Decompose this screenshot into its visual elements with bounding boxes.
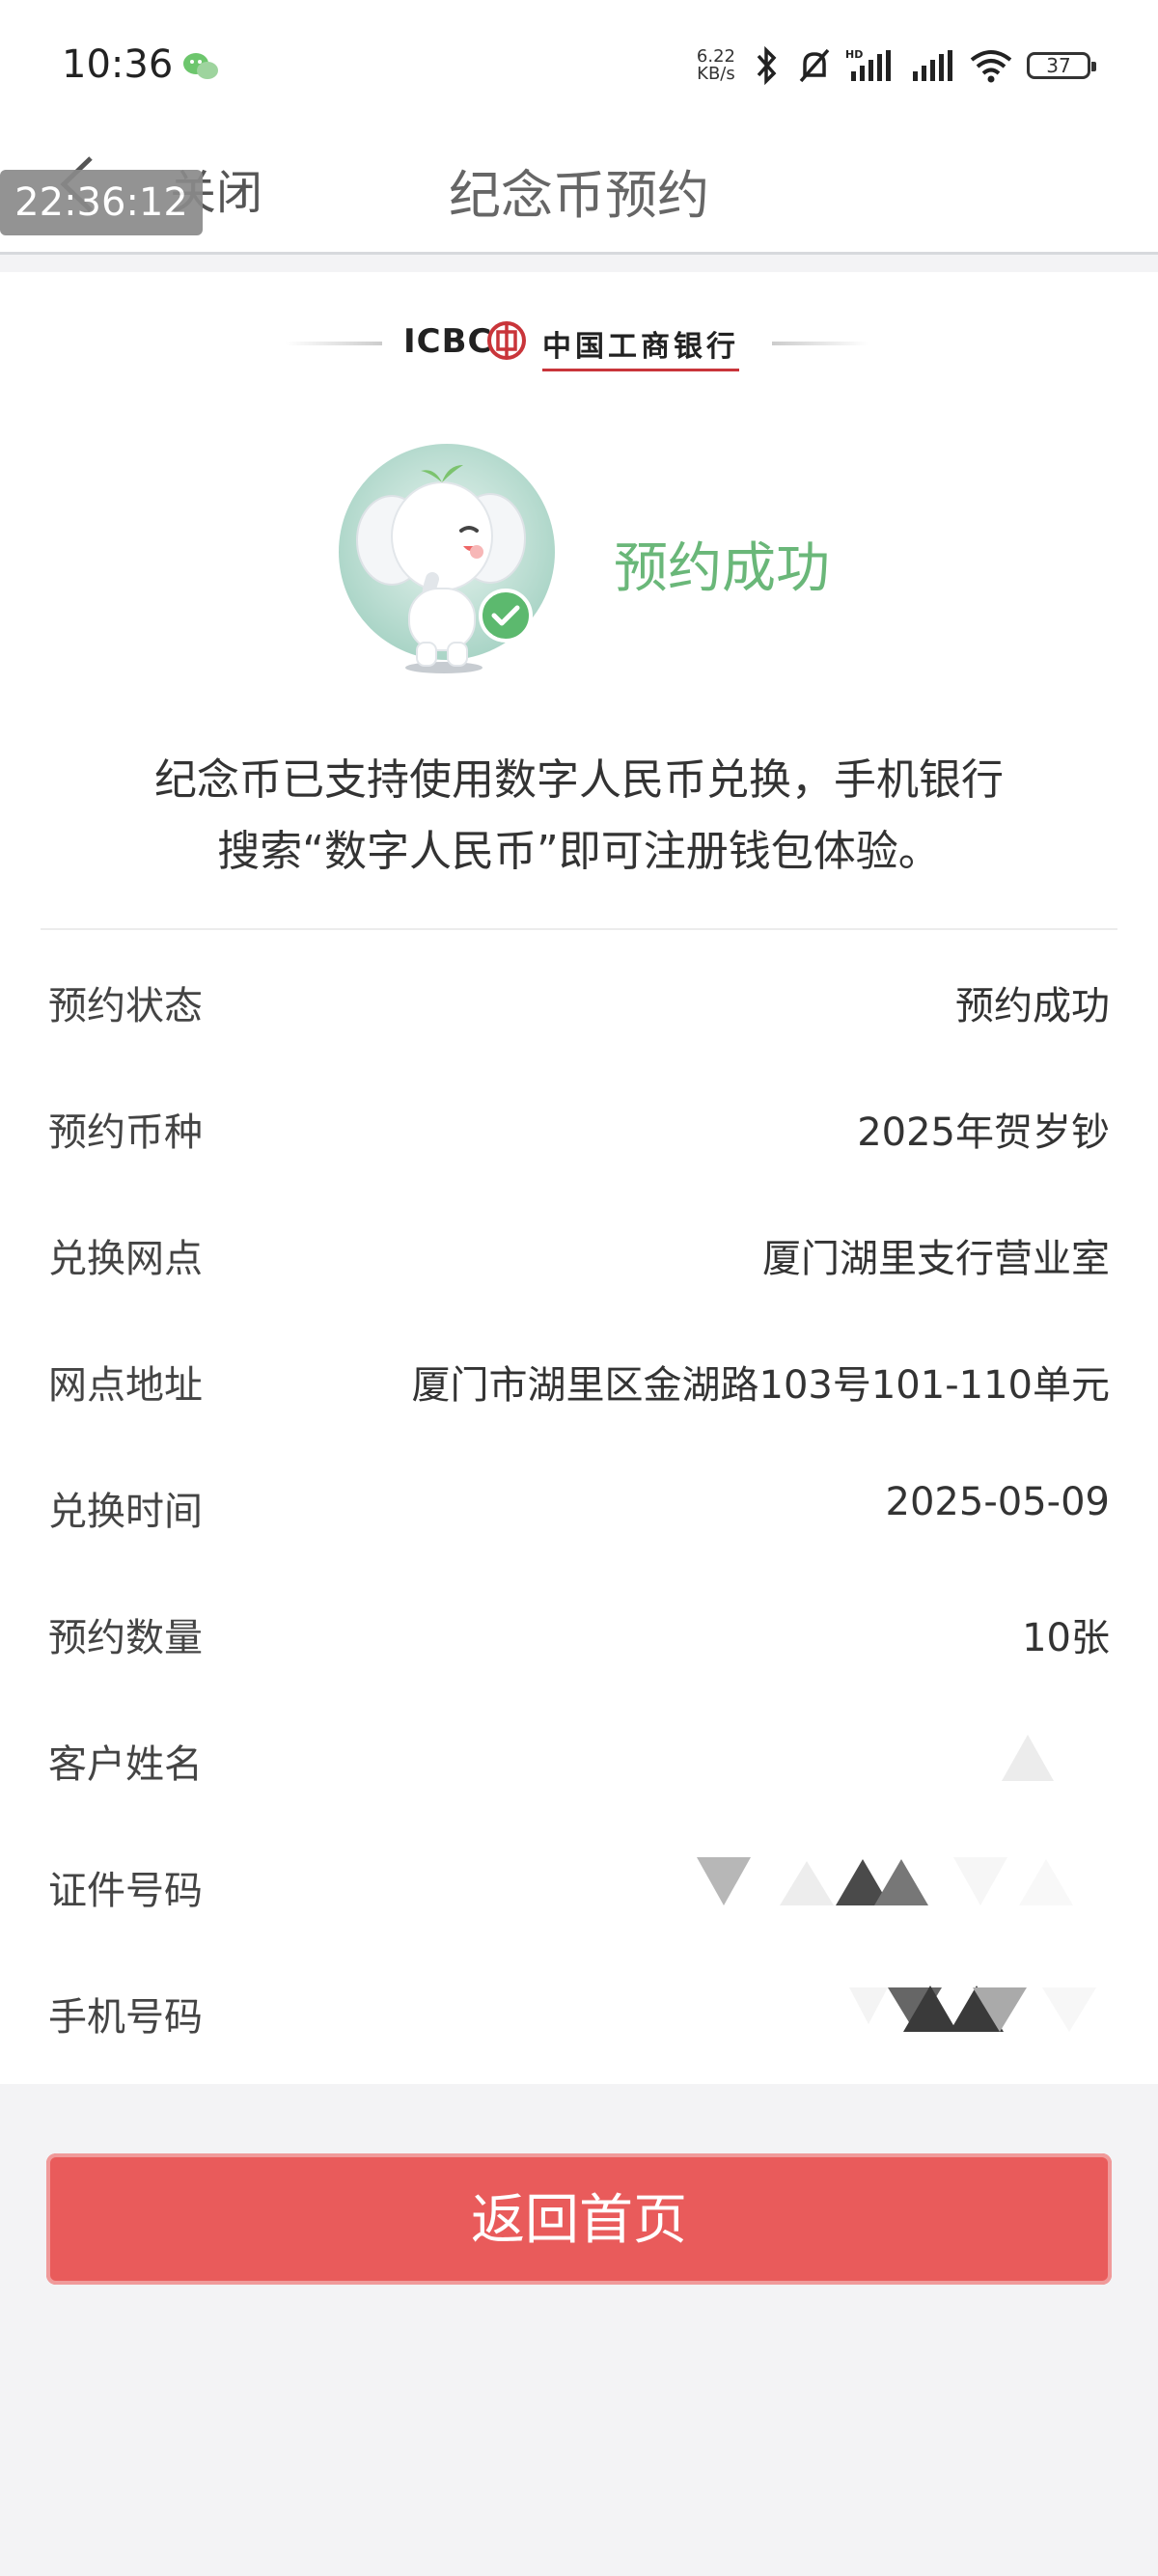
result-card: ICBC 中国工商银行 预约成功 纪念币已支持使用数字人民币兑换，手机银行 搜索… <box>0 272 1158 2084</box>
detail-label: 预约币种 <box>48 1110 203 1155</box>
network-speed: 6.22 KB/s <box>696 46 735 84</box>
detail-label: 兑换网点 <box>48 1237 203 1281</box>
wechat-notification-icon <box>183 53 218 79</box>
logo-text-en: ICBC <box>403 322 493 361</box>
reservation-details: 预约状态 预约成功 预约币种 2025年贺岁钞 兑换网点 厦门湖里支行营业室 网… <box>0 940 1158 2077</box>
detail-row-phone-number: 手机号码 <box>0 1951 1158 2077</box>
svg-text:HD: HD <box>845 48 863 61</box>
detail-row-branch: 兑换网点 厦门湖里支行营业室 <box>0 1192 1158 1319</box>
notice-line-1: 纪念币已支持使用数字人民币兑换，手机银行 <box>154 755 1004 805</box>
overlay-timestamp: 22:36:12 <box>0 170 203 235</box>
elephant-mascot-success-icon <box>339 444 555 673</box>
signal-hd-icon: HD <box>845 48 891 81</box>
detail-label: 客户姓名 <box>48 1742 203 1787</box>
bank-logo: ICBC 中国工商银行 <box>0 318 1158 371</box>
detail-label: 手机号码 <box>48 1995 203 2040</box>
detail-label: 预约数量 <box>48 1616 203 1660</box>
success-title: 预约成功 <box>614 537 830 600</box>
logo-text-cn: 中国工商银行 <box>542 322 739 371</box>
detail-row-id-number: 证件号码 <box>0 1824 1158 1951</box>
detail-row-customer-name: 客户姓名 <box>0 1698 1158 1824</box>
detail-value: 2025年贺岁钞 <box>857 1110 1110 1155</box>
detail-value: 10张 <box>1022 1616 1110 1660</box>
wifi-icon <box>970 50 1012 83</box>
detail-row-currency: 预约币种 2025年贺岁钞 <box>0 1066 1158 1192</box>
mute-bell-icon <box>799 48 830 83</box>
detail-value: 预约成功 <box>955 984 1110 1028</box>
battery-indicator: 37 <box>1027 52 1096 79</box>
status-bar: 10:36 6.22 KB/s HD 37 <box>0 0 1158 123</box>
status-icons: 6.22 KB/s HD 37 <box>696 42 1096 89</box>
detail-label: 证件号码 <box>48 1869 203 1913</box>
detail-value: 厦门市湖里区金湖路103号101-110单元 <box>411 1363 1110 1408</box>
return-home-button[interactable]: 返回首页 <box>46 2153 1112 2285</box>
logo-divider-right <box>772 342 868 345</box>
signal-icon <box>913 50 952 81</box>
redaction-mosaic <box>1002 1735 1054 1781</box>
detail-label: 预约状态 <box>48 984 203 1028</box>
detail-label: 兑换时间 <box>48 1490 203 1534</box>
detail-row-quantity: 预约数量 10张 <box>0 1572 1158 1698</box>
bluetooth-icon <box>757 46 777 85</box>
notice-line-2: 搜索“数字人民币”即可注册钱包体验。 <box>217 827 941 876</box>
redaction-mosaic <box>849 1986 1096 2032</box>
digital-rmb-notice: 纪念币已支持使用数字人民币兑换，手机银行 搜索“数字人民币”即可注册钱包体验。 <box>0 745 1158 888</box>
detail-value: 2025-05-09 <box>885 1480 1110 1524</box>
detail-label: 网点地址 <box>48 1363 203 1408</box>
logo-divider-left <box>286 342 382 345</box>
detail-row-exchange-date: 兑换时间 2025-05-09 <box>0 1445 1158 1572</box>
detail-value: 厦门湖里支行营业室 <box>762 1237 1110 1281</box>
detail-row-address: 网点地址 厦门市湖里区金湖路103号101-110单元 <box>0 1319 1158 1445</box>
icbc-logo-icon <box>487 321 526 360</box>
redaction-mosaic <box>697 1857 1073 1905</box>
status-time: 10:36 <box>62 42 174 87</box>
section-divider <box>41 928 1117 930</box>
detail-row-status: 预约状态 预约成功 <box>0 940 1158 1066</box>
